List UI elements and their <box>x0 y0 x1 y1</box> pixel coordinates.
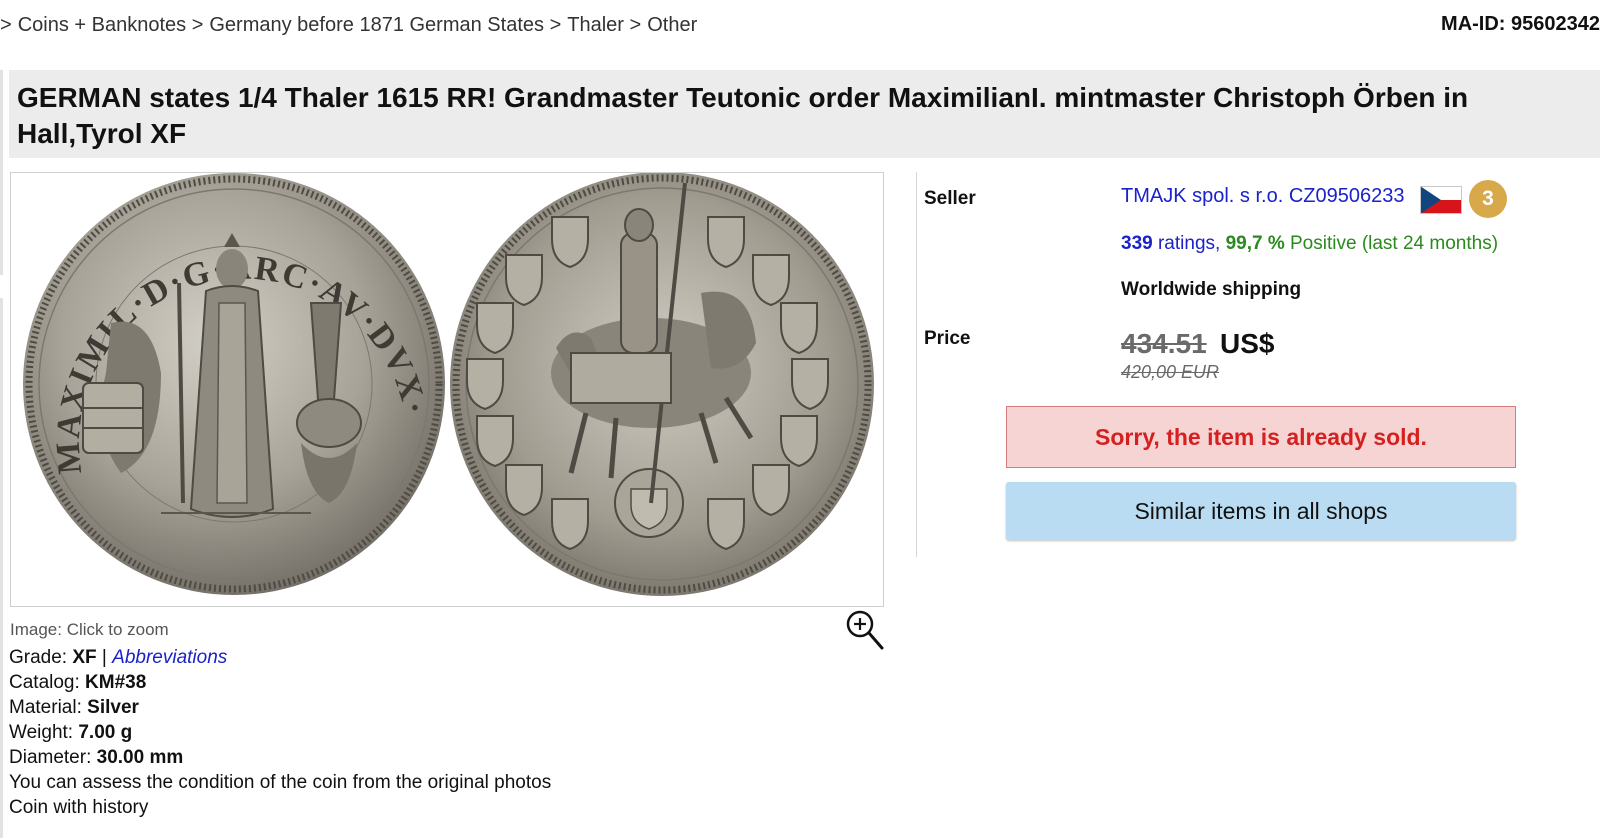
seller-label: Seller <box>924 188 976 209</box>
catalog-label: Catalog: <box>9 672 86 693</box>
material-label: Material: <box>9 697 88 718</box>
shipping-info: Worldwide shipping <box>1121 279 1302 300</box>
material-row: Material: Silver <box>9 695 551 720</box>
ratings-count: 339 <box>1121 233 1153 254</box>
zoom-in-icon[interactable] <box>845 609 885 651</box>
ratings-text: ratings, <box>1152 233 1226 254</box>
czech-flag-icon <box>1420 186 1462 214</box>
weight-label: Weight: <box>9 722 79 743</box>
positive-percent: 99,7 % <box>1225 233 1285 254</box>
breadcrumb-separator: > <box>549 14 562 36</box>
breadcrumb-separator: > <box>629 14 642 36</box>
description-line-2: Coin with history <box>9 797 149 818</box>
weight-value: 7.00 g <box>78 722 133 743</box>
diameter-row: Diameter: 30.00 mm <box>9 745 551 770</box>
similar-items-button[interactable]: Similar items in all shops <box>1006 482 1516 540</box>
coin-obverse: MAXIMIL·D·G·ARC·AV·DVX·BVR·MAG·PRVSS·ADM… <box>11 173 445 595</box>
grade-row: Grade: XF | Abbreviations <box>9 645 551 670</box>
breadcrumb-item-thaler[interactable]: Thaler <box>567 14 624 36</box>
price-currency: US$ <box>1220 328 1275 359</box>
breadcrumb-item-coins-banknotes[interactable]: Coins + Banknotes <box>18 14 186 36</box>
positive-text: Positive (last 24 months) <box>1284 233 1499 254</box>
grade-value: XF <box>72 647 97 668</box>
price-usd: 434.51 <box>1121 328 1207 359</box>
title-bar: GERMAN states 1/4 Thaler 1615 RR! Grandm… <box>9 70 1600 158</box>
diameter-value: 30.00 mm <box>96 747 184 768</box>
seller-level-badge: 3 <box>1469 180 1507 218</box>
breadcrumb-item-germany[interactable]: Germany before 1871 German States <box>209 14 544 36</box>
column-divider <box>916 172 917 557</box>
price-eur: 420,00 EUR <box>1121 362 1220 382</box>
item-properties: Grade: XF | Abbreviations Catalog: KM#38… <box>9 645 551 820</box>
price-label: Price <box>924 328 971 349</box>
grade-separator: | <box>96 647 113 668</box>
seller-name-link[interactable]: TMAJK spol. s r.o. CZ09506233 <box>1121 185 1404 208</box>
diameter-label: Diameter: <box>9 747 97 768</box>
breadcrumb-separator: > <box>191 14 204 36</box>
sold-notice: Sorry, the item is already sold. <box>1006 406 1516 468</box>
material-value: Silver <box>87 697 139 718</box>
left-edge-divider <box>0 70 3 275</box>
coin-image[interactable]: MAXIMIL·D·G·ARC·AV·DVX·BVR·MAG·PRVSS·ADM… <box>10 172 884 607</box>
coin-image-svg: MAXIMIL·D·G·ARC·AV·DVX·BVR·MAG·PRVSS·ADM… <box>11 173 874 596</box>
breadcrumb: > Coins + Banknotes > Germany before 1871 … <box>0 14 697 37</box>
breadcrumb-item-other[interactable]: Other <box>647 14 697 36</box>
seller-ratings[interactable]: 339 ratings, 99,7 % Positive (last 24 mo… <box>1121 233 1498 255</box>
abbreviations-link[interactable]: Abbreviations <box>112 647 227 668</box>
coin-reverse <box>450 173 874 596</box>
catalog-value: KM#38 <box>85 672 147 693</box>
page-title: GERMAN states 1/4 Thaler 1615 RR! Grandm… <box>17 82 1469 149</box>
breadcrumb-separator: > <box>0 14 12 36</box>
zoom-hint: Image: Click to zoom <box>10 620 169 639</box>
ma-id: MA-ID: 95602342 <box>1441 13 1600 35</box>
weight-row: Weight: 7.00 g <box>9 720 551 745</box>
catalog-row: Catalog: KM#38 <box>9 670 551 695</box>
description-line-1: You can assess the condition of the coin… <box>9 772 552 793</box>
left-edge-divider <box>0 298 3 838</box>
grade-label: Grade: <box>9 647 73 668</box>
